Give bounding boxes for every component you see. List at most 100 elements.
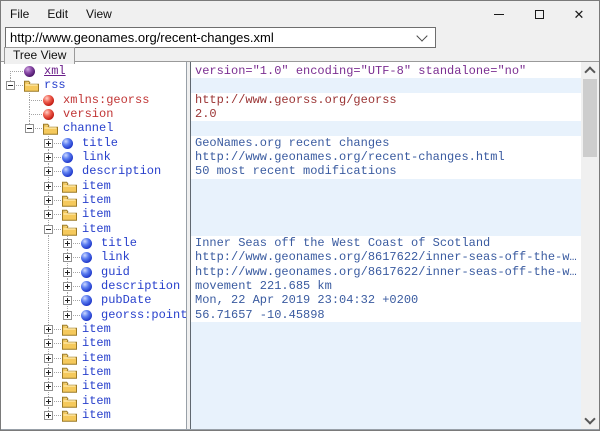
tree-node-guid[interactable]: guid <box>1 265 186 279</box>
content-area: xmlrssxmlns:georssversionchanneltitlelin… <box>1 61 599 430</box>
tree-node-item[interactable]: item <box>1 336 186 350</box>
tree-node-item[interactable]: item <box>1 379 186 393</box>
tree-node-item[interactable]: item <box>1 207 186 221</box>
tree-node-channel[interactable]: channel <box>1 121 186 135</box>
value-cell[interactable] <box>191 351 581 365</box>
expand-plus-icon[interactable] <box>44 354 53 363</box>
maximize-icon <box>535 10 544 19</box>
tree-node-title[interactable]: title <box>1 136 186 150</box>
expand-plus-icon[interactable] <box>44 339 53 348</box>
value-cell[interactable] <box>191 336 581 350</box>
scroll-down-button[interactable] <box>581 412 599 429</box>
tree-node-xml[interactable]: xml <box>1 64 186 78</box>
address-input[interactable]: http://www.geonames.org/recent-changes.x… <box>6 30 418 45</box>
app-window: FileEditView http://www.geonames.org/rec… <box>0 0 600 431</box>
expand-plus-icon[interactable] <box>63 239 72 248</box>
value-cell[interactable]: GeoNames.org recent changes <box>191 136 581 150</box>
tab-tree-view[interactable]: Tree View <box>4 47 75 64</box>
value-cell[interactable] <box>191 121 581 135</box>
menu-items: FileEditView <box>1 1 121 27</box>
expand-plus-icon[interactable] <box>44 382 53 391</box>
value-cell[interactable] <box>191 408 581 422</box>
tree-node-pubDate[interactable]: pubDate <box>1 293 186 307</box>
tree-node-georss:point[interactable]: georss:point <box>1 308 186 322</box>
tree-node-link[interactable]: link <box>1 150 186 164</box>
close-icon <box>574 8 585 21</box>
tree-node-item[interactable]: item <box>1 408 186 422</box>
value-cell[interactable] <box>191 394 581 408</box>
value-cell[interactable]: http://www.geonames.org/8617622/inner-se… <box>191 265 581 279</box>
expand-plus-icon[interactable] <box>63 282 72 291</box>
collapse-minus-icon[interactable] <box>6 81 15 90</box>
node-label: item <box>82 179 111 193</box>
sphere-blue-icon <box>81 310 92 321</box>
tree-node-rss[interactable]: rss <box>1 78 186 92</box>
expand-plus-icon[interactable] <box>44 196 53 205</box>
node-label: description <box>82 164 161 178</box>
value-cell[interactable]: version="1.0" encoding="UTF-8" standalon… <box>191 64 581 78</box>
value-cell[interactable] <box>191 193 581 207</box>
value-cell[interactable]: http://www.georss.org/georss <box>191 93 581 107</box>
expand-plus-icon[interactable] <box>44 325 53 334</box>
value-cell[interactable]: 2.0 <box>191 107 581 121</box>
node-label: item <box>82 193 111 207</box>
close-button[interactable] <box>559 1 599 27</box>
tree-node-item[interactable]: item <box>1 351 186 365</box>
tree-node-version[interactable]: version <box>1 107 186 121</box>
expand-plus-icon[interactable] <box>44 139 53 148</box>
value-cell[interactable] <box>191 322 581 336</box>
tree-node-link[interactable]: link <box>1 250 186 264</box>
expand-plus-icon[interactable] <box>63 311 72 320</box>
value-cell[interactable] <box>191 207 581 221</box>
tree-node-item[interactable]: item <box>1 222 186 236</box>
value-cell[interactable]: 50 most recent modifications <box>191 164 581 178</box>
vertical-scrollbar[interactable] <box>581 62 599 429</box>
maximize-button[interactable] <box>519 1 559 27</box>
address-combobox[interactable]: http://www.geonames.org/recent-changes.x… <box>5 27 436 48</box>
minimize-button[interactable] <box>479 1 519 27</box>
collapse-minus-icon[interactable] <box>44 225 53 234</box>
expand-plus-icon[interactable] <box>63 268 72 277</box>
tree-node-item[interactable]: item <box>1 179 186 193</box>
folder-icon <box>62 395 77 408</box>
expand-plus-icon[interactable] <box>44 397 53 406</box>
tree-node-item[interactable]: item <box>1 193 186 207</box>
value-cell[interactable]: http://www.geonames.org/recent-changes.h… <box>191 150 581 164</box>
value-cell[interactable] <box>191 365 581 379</box>
menu-view[interactable]: View <box>77 1 121 27</box>
scroll-up-button[interactable] <box>581 62 599 79</box>
tree-node-item[interactable]: item <box>1 394 186 408</box>
menu-file[interactable]: File <box>1 1 38 27</box>
value-cell[interactable] <box>191 379 581 393</box>
expand-plus-icon[interactable] <box>44 153 53 162</box>
folder-icon <box>62 337 77 350</box>
expand-plus-icon[interactable] <box>44 210 53 219</box>
expand-plus-icon[interactable] <box>44 167 53 176</box>
expand-plus-icon[interactable] <box>63 253 72 262</box>
value-cell[interactable]: Inner Seas off the West Coast of Scotlan… <box>191 236 581 250</box>
tree-node-item[interactable]: item <box>1 322 186 336</box>
tree-node-xmlns:georss[interactable]: xmlns:georss <box>1 93 186 107</box>
tree-node-description[interactable]: description <box>1 164 186 178</box>
value-cell[interactable]: http://www.geonames.org/8617622/inner-se… <box>191 250 581 264</box>
sphere-blue-icon <box>81 267 92 278</box>
tree-node-description[interactable]: description <box>1 279 186 293</box>
expand-plus-icon[interactable] <box>44 182 53 191</box>
collapse-minus-icon[interactable] <box>25 124 34 133</box>
tree-node-item[interactable]: item <box>1 365 186 379</box>
value-cell[interactable]: Mon, 22 Apr 2019 23:04:32 +0200 <box>191 293 581 307</box>
value-cell[interactable]: movement 221.685 km <box>191 279 581 293</box>
menu-edit[interactable]: Edit <box>38 1 77 27</box>
value-cell[interactable] <box>191 78 581 92</box>
value-cell[interactable] <box>191 179 581 193</box>
tree-node-title[interactable]: title <box>1 236 186 250</box>
node-label: link <box>82 150 111 164</box>
expand-plus-icon[interactable] <box>44 368 53 377</box>
value-cell[interactable]: 56.71657 -10.45898 <box>191 308 581 322</box>
folder-icon <box>62 208 77 221</box>
chevron-down-icon[interactable] <box>416 30 427 41</box>
value-cell[interactable] <box>191 222 581 236</box>
scrollbar-thumb[interactable] <box>583 79 597 157</box>
expand-plus-icon[interactable] <box>63 296 72 305</box>
expand-plus-icon[interactable] <box>44 411 53 420</box>
